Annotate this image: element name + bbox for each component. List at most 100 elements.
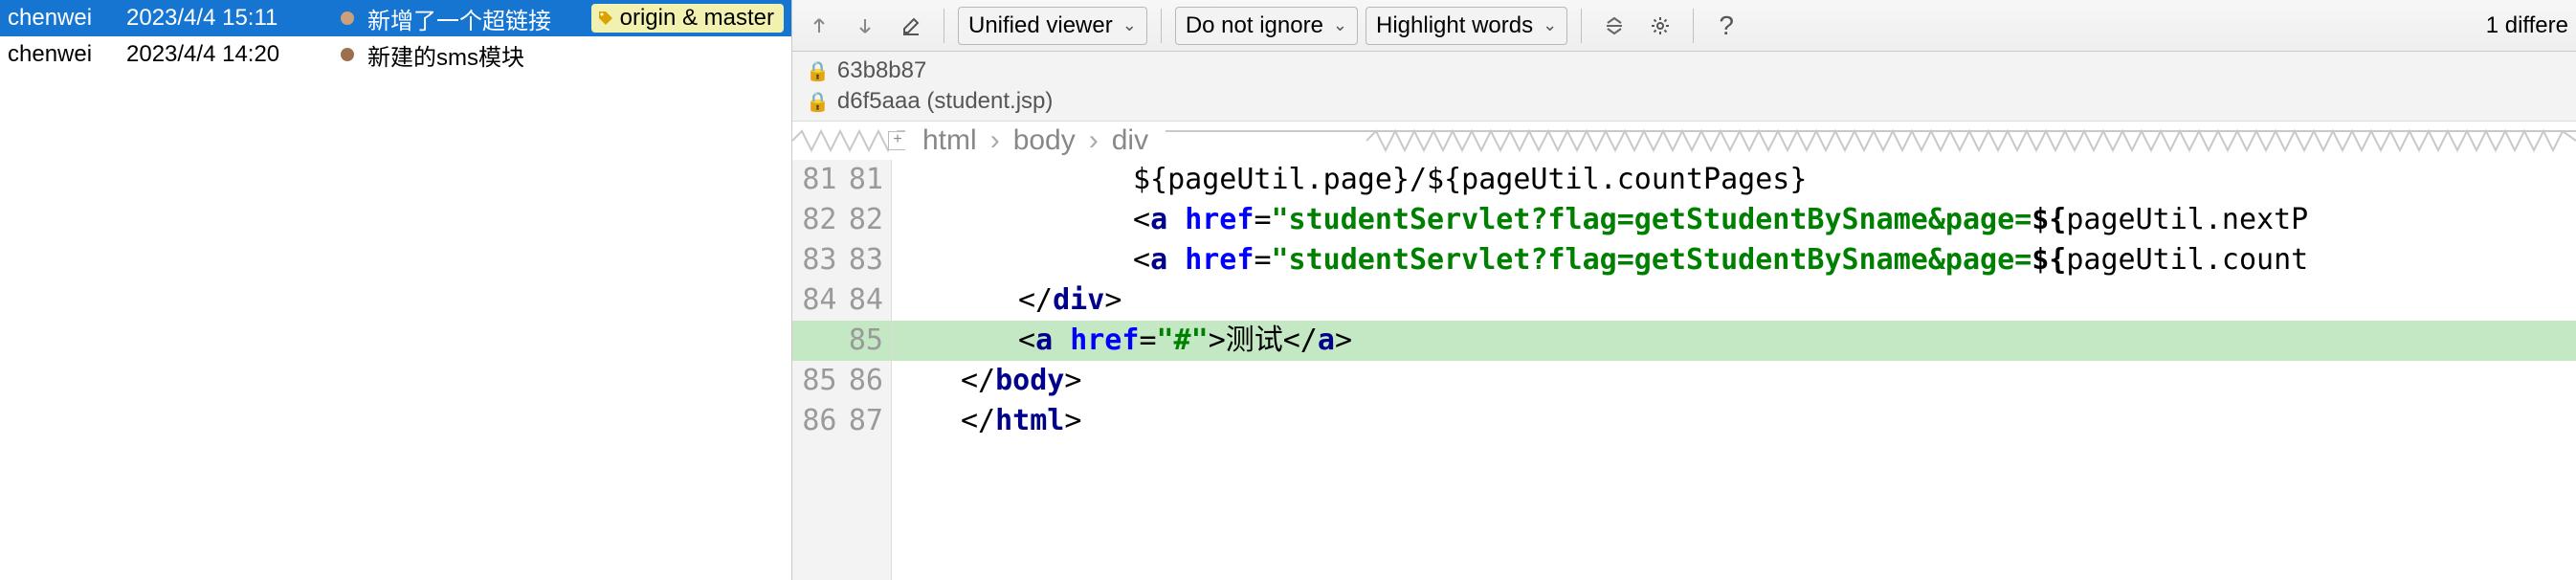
highlight-dropdown[interactable]: Highlight words ⌄ (1366, 7, 1567, 45)
code-token: = (1254, 240, 1271, 280)
highlight-label: Highlight words (1376, 12, 1533, 39)
chevron-down-icon: ⌄ (1122, 15, 1137, 35)
line-gutter: 81818282838384848585868687 (792, 160, 892, 580)
code-token: html (995, 401, 1064, 441)
code-token: "studentServlet?flag=getStudentBySname&p… (1272, 240, 2032, 280)
breadcrumb-segment[interactable]: html (922, 124, 977, 157)
branch-tag-label: origin & master (620, 5, 774, 32)
gutter-row: 8586 (792, 361, 891, 401)
new-line-number: 87 (847, 401, 884, 441)
commit-message: 新建的sms模块 (367, 38, 524, 72)
help-button[interactable]: ? (1707, 7, 1745, 45)
code-token: a (1150, 240, 1185, 280)
code-line[interactable]: <a href="studentServlet?flag=getStudentB… (892, 200, 2576, 240)
code-token: "studentServlet?flag=getStudentBySname&p… (1272, 200, 2032, 240)
commit-author: chenwei (8, 5, 113, 32)
code-token: ${ (2032, 200, 2066, 240)
code-lines[interactable]: ${pageUtil.page}/${pageUtil.countPages}<… (892, 160, 2576, 580)
code-token: > (1209, 321, 1226, 361)
code-token: > (1064, 361, 1081, 401)
collapse-unchanged-button[interactable] (1595, 7, 1633, 45)
code-token: </ (961, 401, 995, 441)
settings-button[interactable] (1641, 7, 1679, 45)
code-token: </ (1018, 280, 1053, 321)
expand-fold-button[interactable]: + (888, 131, 907, 150)
lock-icon: 🔒 (806, 59, 830, 83)
code-token: = (1254, 200, 1271, 240)
code-line[interactable]: </div> (892, 280, 2576, 321)
new-line-number: 83 (847, 240, 884, 280)
new-line-number: 82 (847, 200, 884, 240)
code-line[interactable]: <a href="#">测试</a> (892, 321, 2576, 361)
breadcrumb-separator: › (1089, 124, 1099, 157)
edit-button[interactable] (892, 7, 930, 45)
gutter-row: 85 (792, 321, 891, 361)
code-token: < (1018, 321, 1035, 361)
diff-panel: Unified viewer ⌄ Do not ignore ⌄ Highlig… (792, 0, 2576, 580)
branch-tag[interactable]: origin & master (591, 4, 784, 33)
code-token: < (1133, 240, 1150, 280)
old-line-number: 81 (800, 160, 837, 200)
old-line-number: 85 (800, 361, 837, 401)
commit-row[interactable]: chenwei 2023/4/4 14:20 新建的sms模块 (0, 36, 791, 73)
old-line-number: 84 (800, 280, 837, 321)
viewer-mode-dropdown[interactable]: Unified viewer ⌄ (958, 7, 1147, 45)
code-token: a (1150, 200, 1185, 240)
prev-diff-button[interactable] (800, 7, 838, 45)
code-line[interactable]: </html> (892, 401, 2576, 441)
commit-author: chenwei (8, 41, 113, 68)
commit-row[interactable]: chenwei 2023/4/4 15:11 新增了一个超链接 origin & ma… (0, 0, 791, 36)
gutter-row: 8484 (792, 280, 891, 321)
new-line-number: 85 (847, 321, 884, 361)
commit-list: chenwei 2023/4/4 15:11 新增了一个超链接 origin & ma… (0, 0, 792, 580)
code-token: div (1053, 280, 1104, 321)
lock-icon: 🔒 (806, 90, 830, 114)
old-line-number: 83 (800, 240, 837, 280)
new-line-number: 84 (847, 280, 884, 321)
code-token: a (1318, 321, 1335, 361)
code-token: = (1139, 321, 1156, 361)
gutter-row: 8282 (792, 200, 891, 240)
code-token: > (1064, 401, 1081, 441)
commit-date: 2023/4/4 15:11 (126, 5, 327, 32)
whitespace-dropdown[interactable]: Do not ignore ⌄ (1175, 7, 1358, 45)
head-revision: 🔒 d6f5aaa (student.jsp) (806, 86, 2563, 117)
code-token: pageUtil.nextP (2066, 200, 2308, 240)
new-line-number: 81 (847, 160, 884, 200)
breadcrumb-segment[interactable]: body (1013, 124, 1076, 157)
code-token: body (995, 361, 1064, 401)
code-token: > (1104, 280, 1121, 321)
code-token: < (1133, 200, 1150, 240)
base-revision: 🔒 63b8b87 (806, 56, 2563, 86)
code-token: > (1335, 321, 1352, 361)
difference-count: 1 differe (2486, 12, 2568, 39)
code-area: 81818282838384848585868687 ${pageUtil.pa… (792, 160, 2576, 580)
code-line[interactable]: ${pageUtil.page}/${pageUtil.countPages} (892, 160, 2576, 200)
breadcrumb-separator: › (990, 124, 1000, 157)
breadcrumb-segment[interactable]: div (1112, 124, 1148, 157)
code-token: pageUtil.count (2066, 240, 2308, 280)
code-token: "#" (1157, 321, 1209, 361)
breadcrumb-row: + html › body › div (792, 122, 2576, 160)
new-line-number: 86 (847, 361, 884, 401)
chevron-down-icon: ⌄ (1543, 15, 1557, 35)
code-token: / (1410, 160, 1427, 200)
next-diff-button[interactable] (846, 7, 884, 45)
code-token: ${pageUtil.countPages} (1427, 160, 1807, 200)
code-token: </ (961, 361, 995, 401)
commit-message: 新增了一个超链接 (367, 2, 551, 35)
code-line[interactable]: </body> (892, 361, 2576, 401)
code-token: </ (1283, 321, 1318, 361)
viewer-mode-label: Unified viewer (968, 12, 1113, 39)
commit-date: 2023/4/4 14:20 (126, 41, 327, 68)
diff-toolbar: Unified viewer ⌄ Do not ignore ⌄ Highlig… (792, 0, 2576, 52)
gutter-row: 8687 (792, 401, 891, 441)
code-line[interactable]: <a href="studentServlet?flag=getStudentB… (892, 240, 2576, 280)
gutter-row: 8383 (792, 240, 891, 280)
head-revision-hash: d6f5aaa (student.jsp) (837, 88, 1053, 115)
code-token: a (1035, 321, 1070, 361)
chevron-down-icon: ⌄ (1333, 15, 1347, 35)
code-token: href (1185, 200, 1254, 240)
breadcrumb[interactable]: html › body › div (905, 122, 1166, 160)
revision-header: 🔒 63b8b87 🔒 d6f5aaa (student.jsp) (792, 52, 2576, 122)
